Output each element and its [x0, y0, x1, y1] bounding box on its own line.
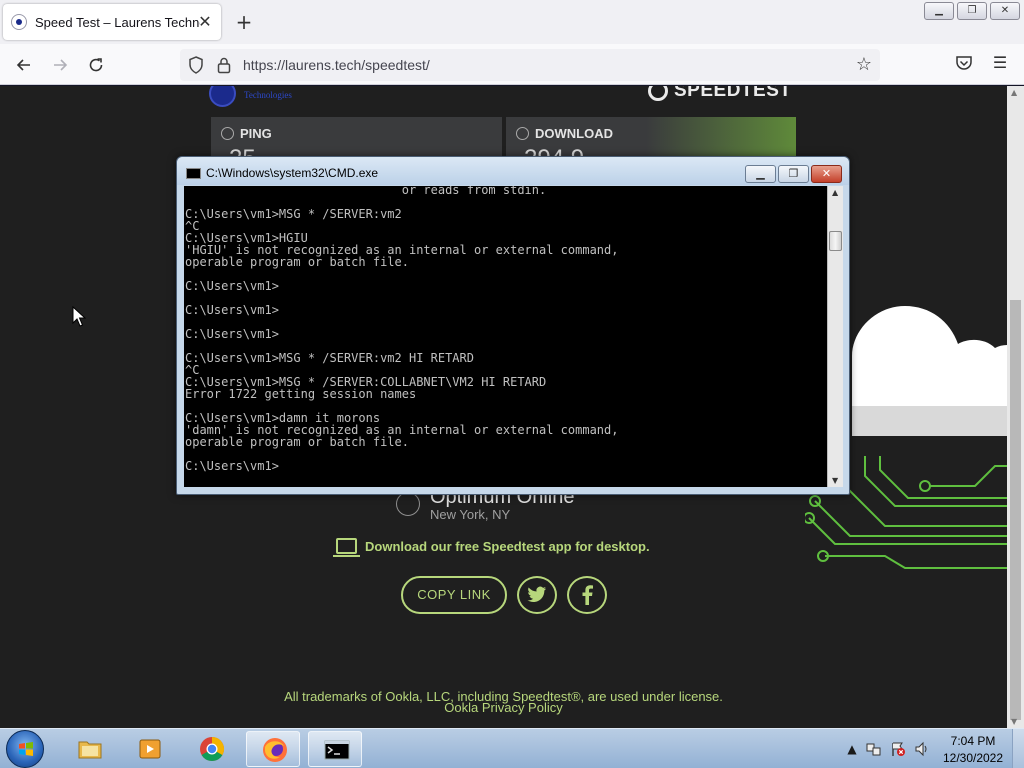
ping-label: PING — [221, 126, 272, 141]
action-center-flag-icon[interactable] — [890, 741, 906, 757]
taskbar-chrome[interactable] — [184, 731, 238, 767]
ping-icon — [221, 127, 234, 140]
minimize-button[interactable]: ▁ — [924, 2, 954, 20]
cmd-line: C:\Users\vm1>MSG * /SERVER:vm2 — [185, 207, 402, 221]
clock-date[interactable]: 12/30/2022 — [942, 751, 1004, 765]
brand-text: Technologies — [244, 90, 292, 100]
cmd-output: or reads from stdin. C:\Users\vm1>MSG * … — [185, 186, 618, 472]
cmd-scrollbar[interactable]: ▲ ▼ — [827, 186, 843, 487]
site-favicon-icon — [11, 14, 27, 30]
tracking-shield-icon[interactable] — [188, 56, 204, 74]
cmd-close-button[interactable]: ✕ — [811, 165, 842, 183]
cmd-scroll-up-icon[interactable]: ▲ — [832, 188, 838, 197]
scroll-down-icon[interactable]: ▼ — [1011, 717, 1017, 726]
close-button[interactable]: ✕ — [990, 2, 1020, 20]
cmd-line: or reads from stdin. — [185, 186, 547, 197]
page-scrollbar[interactable]: ▲ ▼ — [1007, 86, 1024, 728]
download-icon — [516, 127, 529, 140]
url-text[interactable]: https://laurens.tech/speedtest/ — [243, 57, 430, 73]
browser-tab[interactable]: Speed Test – Laurens Technologies ✕ — [3, 4, 221, 40]
firefox-icon — [263, 738, 287, 762]
globe-icon — [396, 492, 420, 516]
scrollbar-thumb[interactable] — [1010, 300, 1021, 720]
cmd-title: C:\Windows\system32\CMD.exe — [206, 166, 379, 180]
lock-icon[interactable] — [217, 56, 231, 74]
cmd-line: C:\Users\vm1> — [185, 279, 279, 293]
cloud-illustration-icon — [852, 306, 1007, 436]
privacy-policy-link[interactable]: Ookla Privacy Policy — [0, 700, 1007, 715]
show-hidden-icons-icon[interactable]: ▲ — [844, 741, 860, 757]
facebook-icon — [582, 585, 593, 605]
taskbar-explorer[interactable] — [62, 731, 116, 767]
cmd-line: C:\Users\vm1> — [185, 327, 279, 341]
download-label: DOWNLOAD — [516, 126, 613, 141]
facebook-share-button[interactable] — [567, 576, 607, 614]
cmd-maximize-button[interactable]: ❐ — [778, 165, 809, 183]
copy-link-button[interactable]: COPY LINK — [401, 576, 507, 614]
mouse-cursor-icon — [72, 306, 86, 327]
browser-window-controls: ▁ ❐ ✕ — [924, 2, 1020, 20]
cmd-line: C:\Users\vm1> — [185, 459, 279, 473]
reload-icon[interactable] — [85, 54, 107, 76]
cmd-window[interactable]: C:\Windows\system32\CMD.exe ▁ ❐ ✕ or rea… — [176, 156, 850, 495]
isp-location: New York, NY — [430, 507, 511, 522]
laptop-icon — [333, 538, 360, 557]
cmd-console[interactable]: or reads from stdin. C:\Users\vm1>MSG * … — [184, 186, 827, 487]
address-bar[interactable]: https://laurens.tech/speedtest/ ☆ — [180, 49, 880, 81]
ping-label-text: PING — [240, 126, 272, 141]
twitter-share-button[interactable] — [517, 576, 557, 614]
bookmark-star-icon[interactable]: ☆ — [856, 54, 872, 75]
hamburger-menu-icon[interactable]: ☰ — [990, 54, 1010, 72]
cmd-line: Error 1722 getting session names — [185, 387, 417, 401]
download-label-text: DOWNLOAD — [535, 126, 613, 141]
taskbar-media-player[interactable] — [122, 731, 176, 767]
network-icon[interactable] — [866, 741, 882, 757]
desktop-app-link[interactable]: Download our free Speedtest app for desk… — [365, 539, 650, 554]
command-prompt-icon — [324, 740, 350, 760]
cmd-scroll-down-icon[interactable]: ▼ — [832, 476, 838, 485]
cmd-minimize-button[interactable]: ▁ — [745, 165, 776, 183]
chrome-icon — [200, 737, 225, 762]
volume-icon[interactable] — [914, 741, 930, 757]
pocket-icon[interactable] — [955, 54, 973, 72]
cmd-titlebar[interactable]: C:\Windows\system32\CMD.exe ▁ ❐ ✕ — [177, 157, 849, 185]
desktop-app-promo[interactable]: Download our free Speedtest app for desk… — [333, 538, 650, 557]
speedtest-logo[interactable]: SPEEDTEST — [648, 86, 791, 102]
laurens-logo-icon — [209, 86, 236, 107]
start-button[interactable] — [6, 730, 44, 768]
cmd-line: C:\Users\vm1>MSG * /SERVER:vm2 HI RETARD — [185, 351, 474, 365]
browser-navbar: https://laurens.tech/speedtest/ ☆ ☰ — [0, 44, 1024, 85]
cmd-line: operable program or batch file. — [185, 435, 409, 449]
twitter-icon — [527, 586, 546, 603]
folder-icon — [78, 741, 102, 759]
restore-button[interactable]: ❐ — [957, 2, 987, 20]
back-arrow-icon[interactable] — [13, 54, 35, 76]
speedtest-logo-text: SPEEDTEST — [674, 86, 792, 101]
media-player-icon — [139, 739, 161, 759]
cmd-scrollbar-thumb[interactable] — [829, 231, 842, 251]
browser-tabstrip: Speed Test – Laurens Technologies ✕ + ▁ … — [0, 0, 1024, 44]
taskbar-firefox[interactable] — [246, 731, 300, 767]
cmd-app-icon — [186, 168, 201, 179]
clock-time[interactable]: 7:04 PM — [942, 734, 1004, 748]
desktop-screen: Speed Test – Laurens Technologies ✕ + ▁ … — [0, 0, 1024, 768]
forward-arrow-icon[interactable] — [49, 54, 71, 76]
tab-close-icon[interactable]: ✕ — [197, 14, 213, 30]
scroll-up-icon[interactable]: ▲ — [1011, 88, 1017, 97]
taskbar-command-prompt[interactable] — [308, 731, 362, 767]
show-desktop-button[interactable] — [1012, 729, 1024, 768]
windows-taskbar: ▲ 7:04 PM 12/30/2022 — [0, 728, 1024, 768]
tab-title: Speed Test – Laurens Technologies — [35, 14, 200, 30]
speedtest-gauge-icon — [648, 86, 668, 101]
cmd-line: C:\Users\vm1> — [185, 303, 279, 317]
new-tab-button[interactable]: + — [234, 12, 254, 32]
windows-logo-icon — [19, 742, 33, 756]
cmd-line: operable program or batch file. — [185, 255, 409, 269]
